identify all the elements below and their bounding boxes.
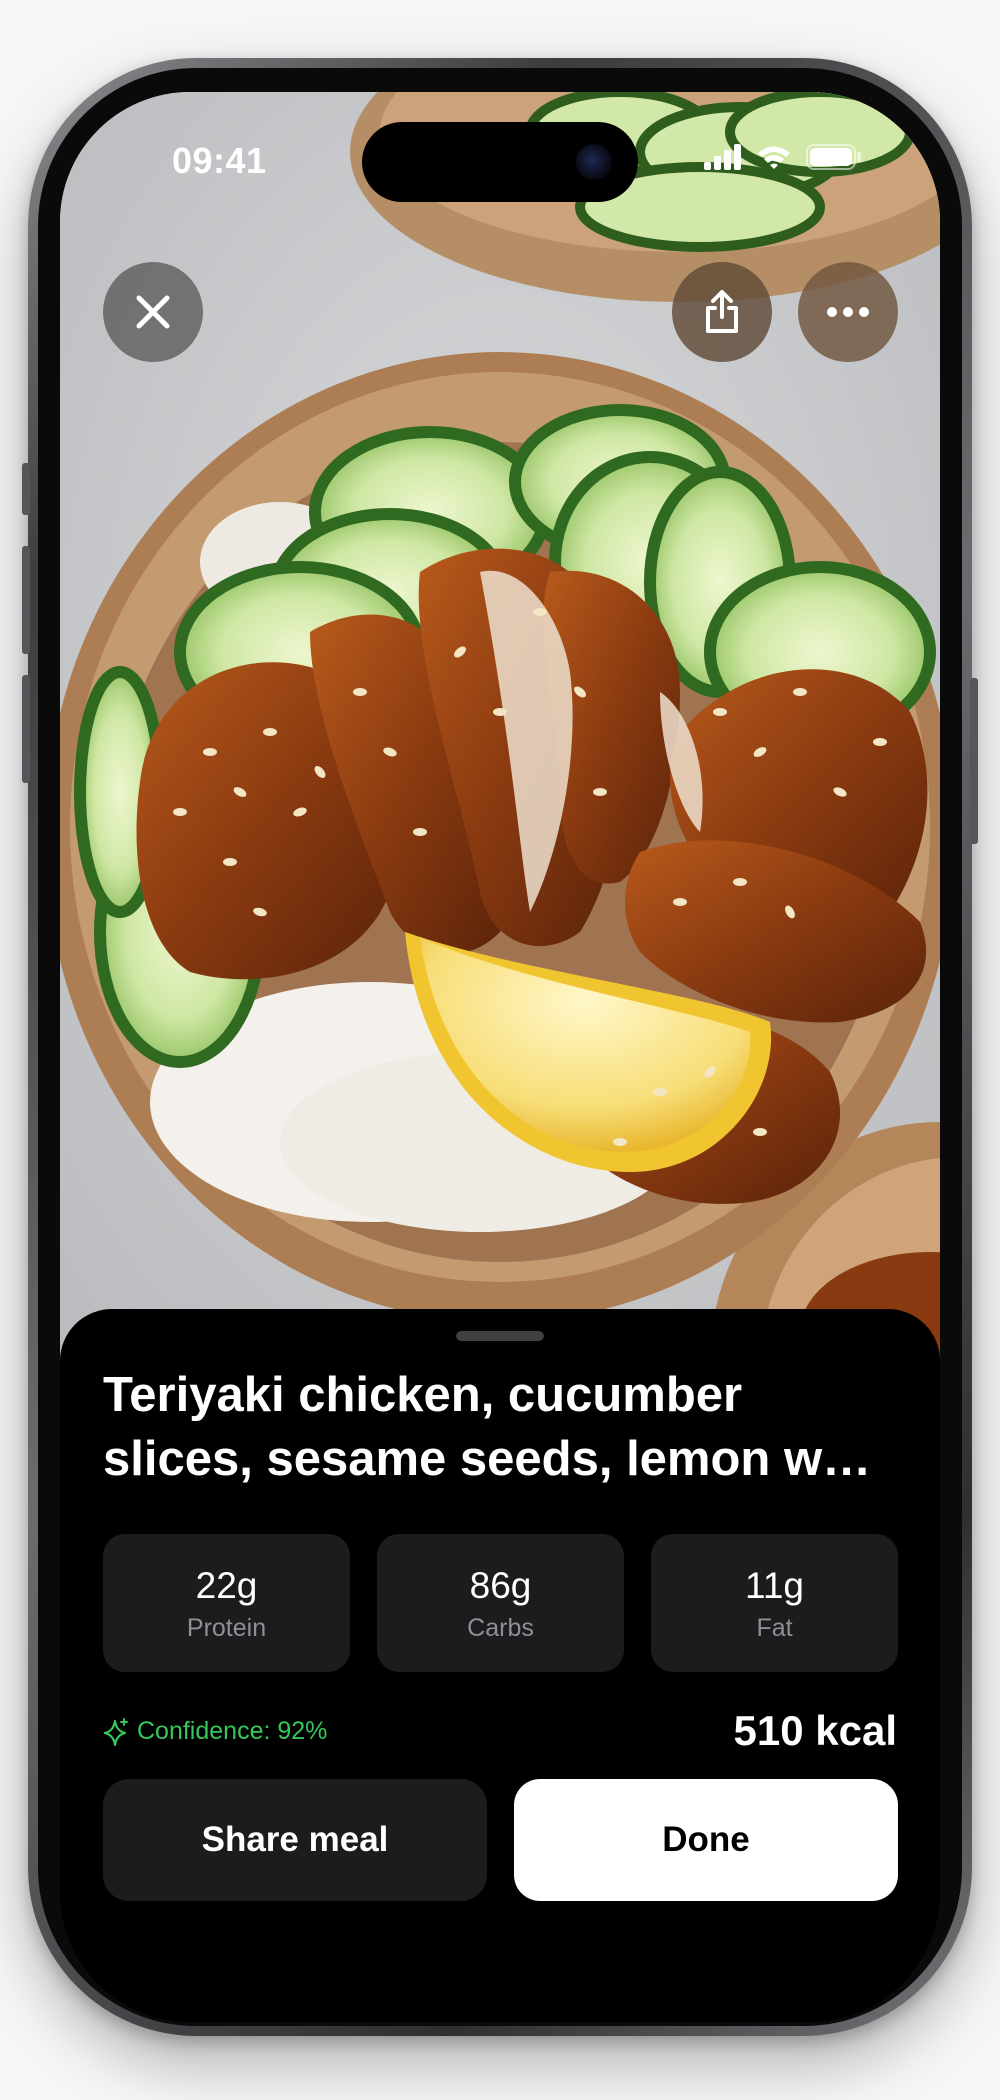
close-icon: [136, 295, 170, 329]
macro-card-fat: 11g Fat: [651, 1534, 898, 1672]
volume-down-button: [22, 675, 30, 783]
macros-row: 22g Protein 86g Carbs 11g Fat: [103, 1534, 898, 1672]
action-button: [22, 463, 30, 515]
screen: 09:41 Teriyaki chicken, cucumber slices,…: [60, 92, 940, 2022]
share-meal-button[interactable]: Share meal: [103, 1779, 487, 1901]
macro-value: 11g: [745, 1564, 804, 1606]
more-button[interactable]: [798, 262, 898, 362]
camera-icon: [576, 144, 612, 180]
macro-label: Carbs: [467, 1613, 534, 1642]
close-button[interactable]: [103, 262, 203, 362]
status-icons: [704, 144, 862, 170]
share-button[interactable]: [672, 262, 772, 362]
wifi-icon: [758, 146, 790, 169]
signal-icon: [704, 144, 741, 170]
actions-row: Share meal Done: [103, 1779, 898, 1901]
macro-label: Fat: [756, 1613, 793, 1642]
meal-details-sheet: Teriyaki chicken, cucumber slices, sesam…: [60, 1309, 940, 2022]
macro-card-carbs: 86g Carbs: [377, 1534, 624, 1672]
status-time: 09:41: [172, 140, 267, 181]
battery-icon: [806, 144, 861, 170]
calories-value: 510 kcal: [733, 1707, 898, 1754]
sparkle-icon: [103, 1717, 128, 1746]
confidence-indicator: Confidence: 92%: [103, 1717, 327, 1746]
macro-card-protein: 22g Protein: [103, 1534, 350, 1672]
macro-value: 22g: [195, 1564, 258, 1606]
sheet-grabber[interactable]: [456, 1331, 544, 1341]
power-button: [970, 678, 978, 844]
meal-title: Teriyaki chicken, cucumber slices, sesam…: [103, 1368, 872, 1486]
dynamic-island: [362, 122, 638, 202]
share-icon: [706, 290, 738, 333]
confidence-text: Confidence: 92%: [137, 1717, 328, 1745]
status-bar: 09:41: [60, 92, 940, 252]
macro-label: Protein: [186, 1613, 267, 1642]
more-icon: [827, 307, 869, 317]
done-button[interactable]: Done: [514, 1779, 898, 1901]
macro-value: 86g: [469, 1564, 532, 1606]
volume-up-button: [22, 546, 30, 654]
